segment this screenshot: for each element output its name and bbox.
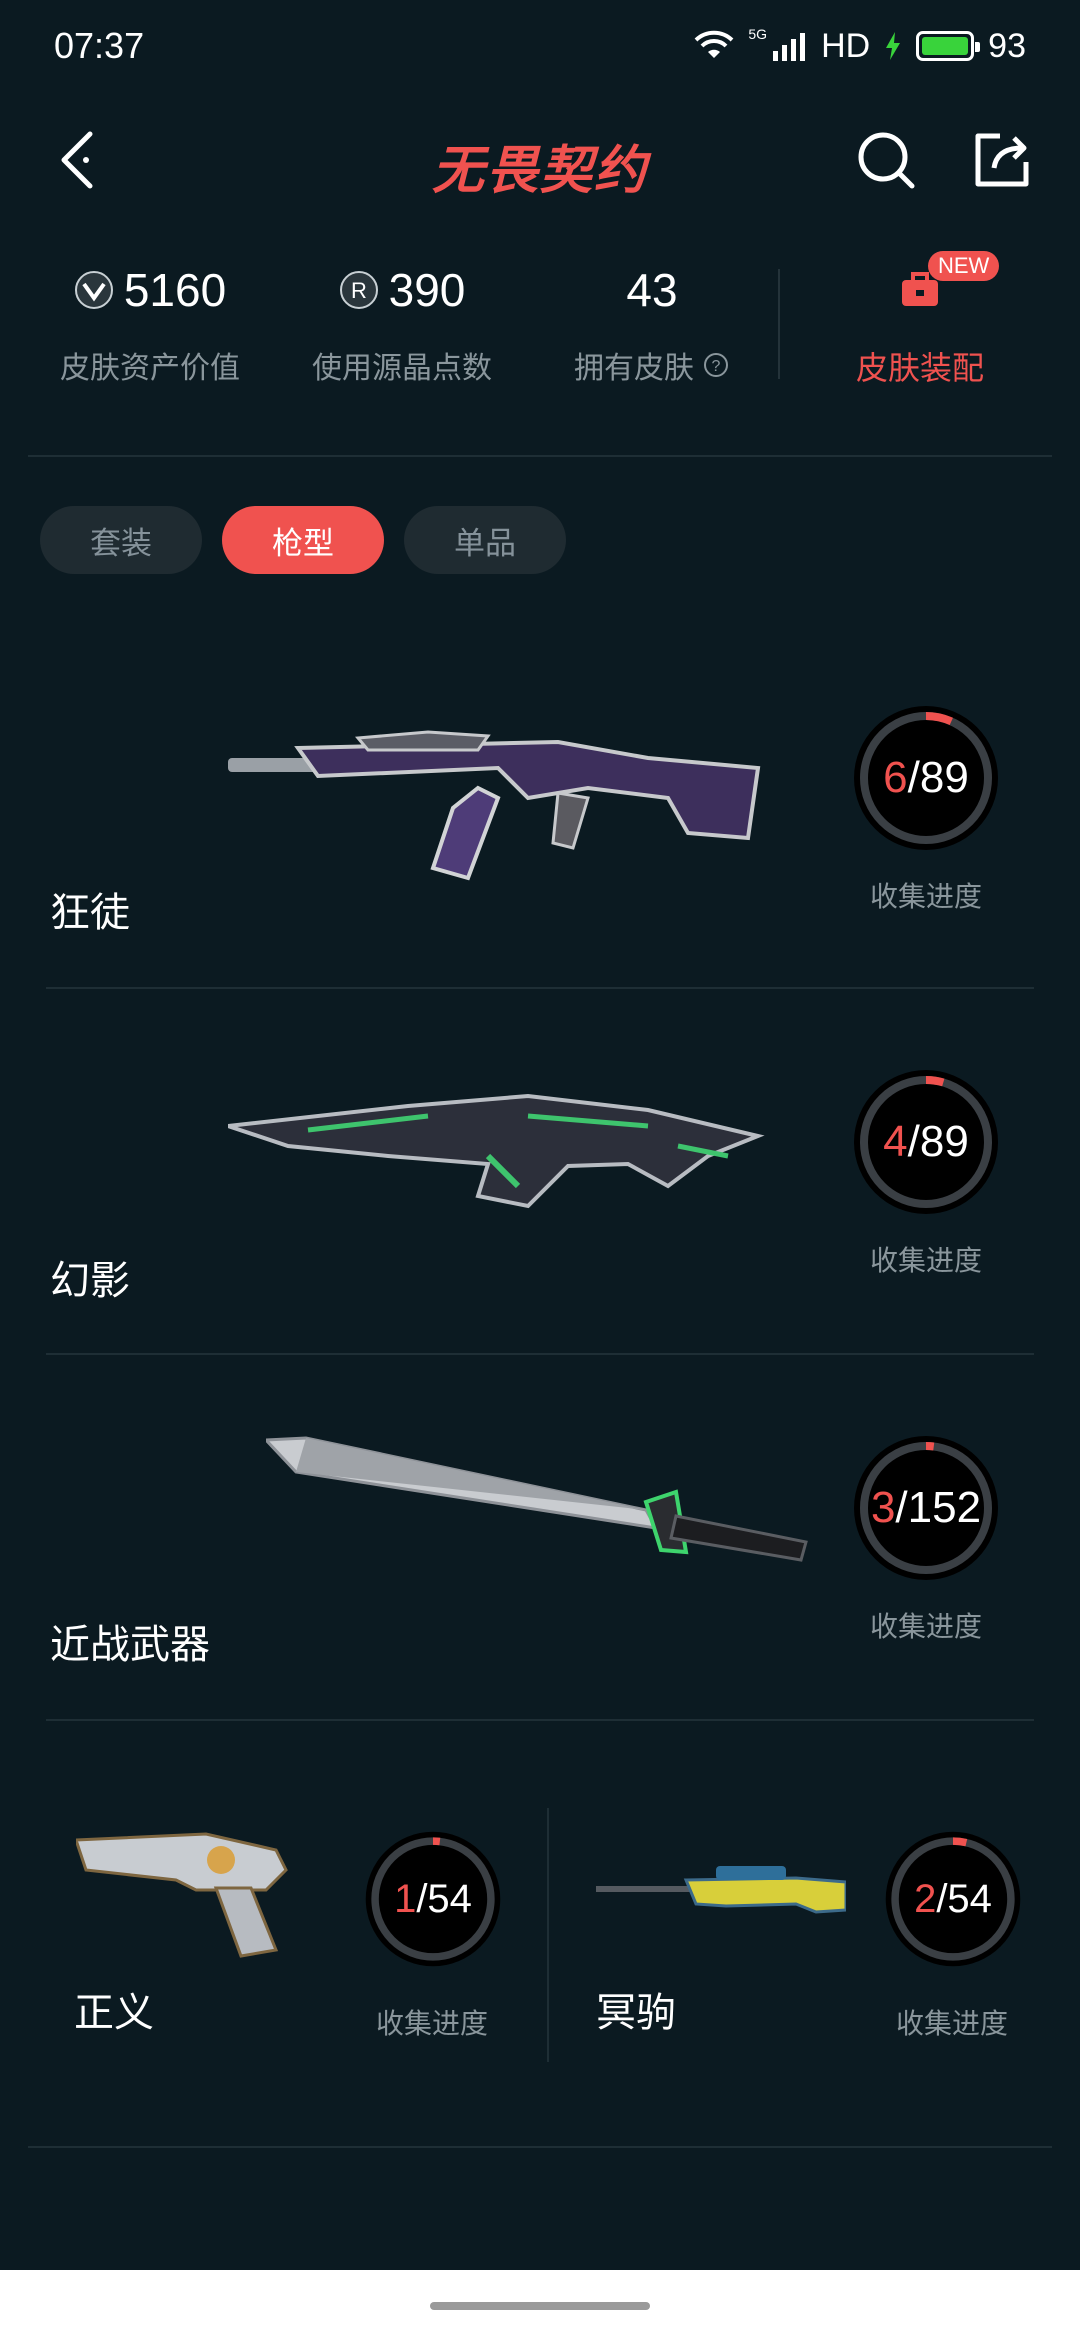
owned-skins-label: 拥有皮肤 (574, 351, 694, 386)
progress-current: 4 (883, 1117, 908, 1166)
stat-asset-value: 5160 皮肤资产价值 (50, 255, 250, 387)
battery-icon (916, 31, 981, 61)
signal-icon (773, 33, 806, 61)
row-divider (46, 1719, 1034, 1721)
status-icons: 5G HD 93 (694, 26, 1026, 66)
asset-value: 5160 (123, 264, 227, 316)
weapon-card-sheriff[interactable]: 正义 1/54 收集进度 (46, 1770, 540, 2070)
tab-weapon-types[interactable]: 枪型 (222, 506, 384, 574)
header: 无畏契约 (0, 110, 1080, 210)
network-label: 5G (748, 26, 768, 42)
status-time: 07:37 (54, 25, 145, 66)
search-icon (858, 132, 915, 189)
row-divider (46, 987, 1034, 989)
progress-label: 收集进度 (869, 1244, 982, 1277)
progress-ring-phantom: 4/89 (850, 1066, 1002, 1218)
weapon-card-melee[interactable]: 近战武器 3/152 收集进度 (46, 1362, 1034, 1728)
progress-ring-melee: 3/152 (850, 1432, 1002, 1584)
progress-total: /89 (907, 753, 969, 802)
weapon-image-melee (266, 1436, 808, 1562)
weapon-name-sheriff: 正义 (74, 1990, 154, 2036)
weapon-image-operator (596, 1866, 846, 1914)
category-tabs: 套装 枪型 单品 (40, 506, 566, 574)
owned-skins-value: 43 (626, 264, 678, 316)
progress-total: /54 (936, 1876, 992, 1921)
radianite-value: 390 (388, 264, 466, 316)
battery-level: 93 (988, 26, 1026, 65)
row-divider (46, 1353, 1034, 1355)
svg-text:R: R (351, 278, 367, 303)
progress-current: 2 (914, 1876, 937, 1921)
stats-panel: 5160 皮肤资产价值 R 390 使用源晶点数 43 拥有皮肤 ? NEW 皮… (0, 251, 1080, 415)
weapon-name-phantom: 幻影 (50, 1258, 130, 1304)
asset-value-label: 皮肤资产价值 (60, 351, 240, 386)
progress-current: 6 (883, 753, 908, 802)
charging-icon (886, 32, 901, 60)
weapon-image-sheriff (76, 1832, 288, 1958)
progress-ring-operator: 2/54 (882, 1828, 1024, 1970)
progress-label: 收集进度 (375, 2007, 488, 2040)
weapon-card-phantom[interactable]: 幻影 4/89 收集进度 (46, 996, 1034, 1362)
weapon-name-vandal: 狂徒 (50, 890, 130, 936)
column-divider (547, 1808, 549, 2062)
radianite-label: 使用源晶点数 (312, 351, 492, 386)
search-button[interactable] (848, 122, 924, 198)
tab-single-items[interactable]: 单品 (404, 506, 566, 574)
section-divider (28, 455, 1052, 457)
weapon-card-vandal[interactable]: 狂徒 6/89 收集进度 (46, 630, 1034, 996)
section-divider (28, 2146, 1052, 2148)
svg-text:?: ? (712, 358, 721, 375)
progress-current: 1 (394, 1876, 417, 1921)
weapon-image-vandal (228, 730, 761, 881)
status-bar: 07:37 5G HD 93 (0, 0, 1080, 92)
stat-radianite: R 390 使用源晶点数 (302, 255, 502, 387)
progress-total: /89 (907, 1117, 969, 1166)
stat-owned-skins: 43 拥有皮肤 ? (552, 255, 752, 387)
help-icon[interactable]: ? (702, 351, 730, 379)
share-icon (975, 133, 1029, 187)
new-badge: NEW (928, 251, 1000, 281)
hd-label: HD (821, 26, 871, 65)
progress-total: /152 (895, 1483, 982, 1532)
valorant-points-icon (74, 271, 113, 309)
home-indicator[interactable] (430, 2302, 650, 2310)
skin-equip-label: 皮肤装配 (855, 349, 984, 387)
progress-label: 收集进度 (869, 1610, 982, 1643)
progress-current: 3 (870, 1483, 896, 1532)
progress-label: 收集进度 (869, 880, 982, 913)
weapon-name-operator: 冥驹 (596, 1990, 676, 2036)
progress-total: /54 (416, 1876, 472, 1921)
progress-label: 收集进度 (895, 2007, 1008, 2040)
navigation-bar (0, 2270, 1080, 2340)
progress-ring-vandal: 6/89 (850, 702, 1002, 854)
share-button[interactable] (964, 122, 1040, 198)
progress-ring-sheriff: 1/54 (362, 1828, 504, 1970)
wifi-icon (694, 30, 734, 58)
skin-equip-button[interactable]: NEW 皮肤装配 (820, 251, 1020, 389)
weapon-name-melee: 近战武器 (50, 1622, 210, 1668)
weapon-card-operator[interactable]: 冥驹 2/54 收集进度 (566, 1770, 1040, 2070)
radianite-points-icon: R (339, 271, 378, 309)
tab-sets[interactable]: 套装 (40, 506, 202, 574)
weapon-image-phantom (228, 1093, 765, 1209)
stats-separator (778, 269, 780, 379)
